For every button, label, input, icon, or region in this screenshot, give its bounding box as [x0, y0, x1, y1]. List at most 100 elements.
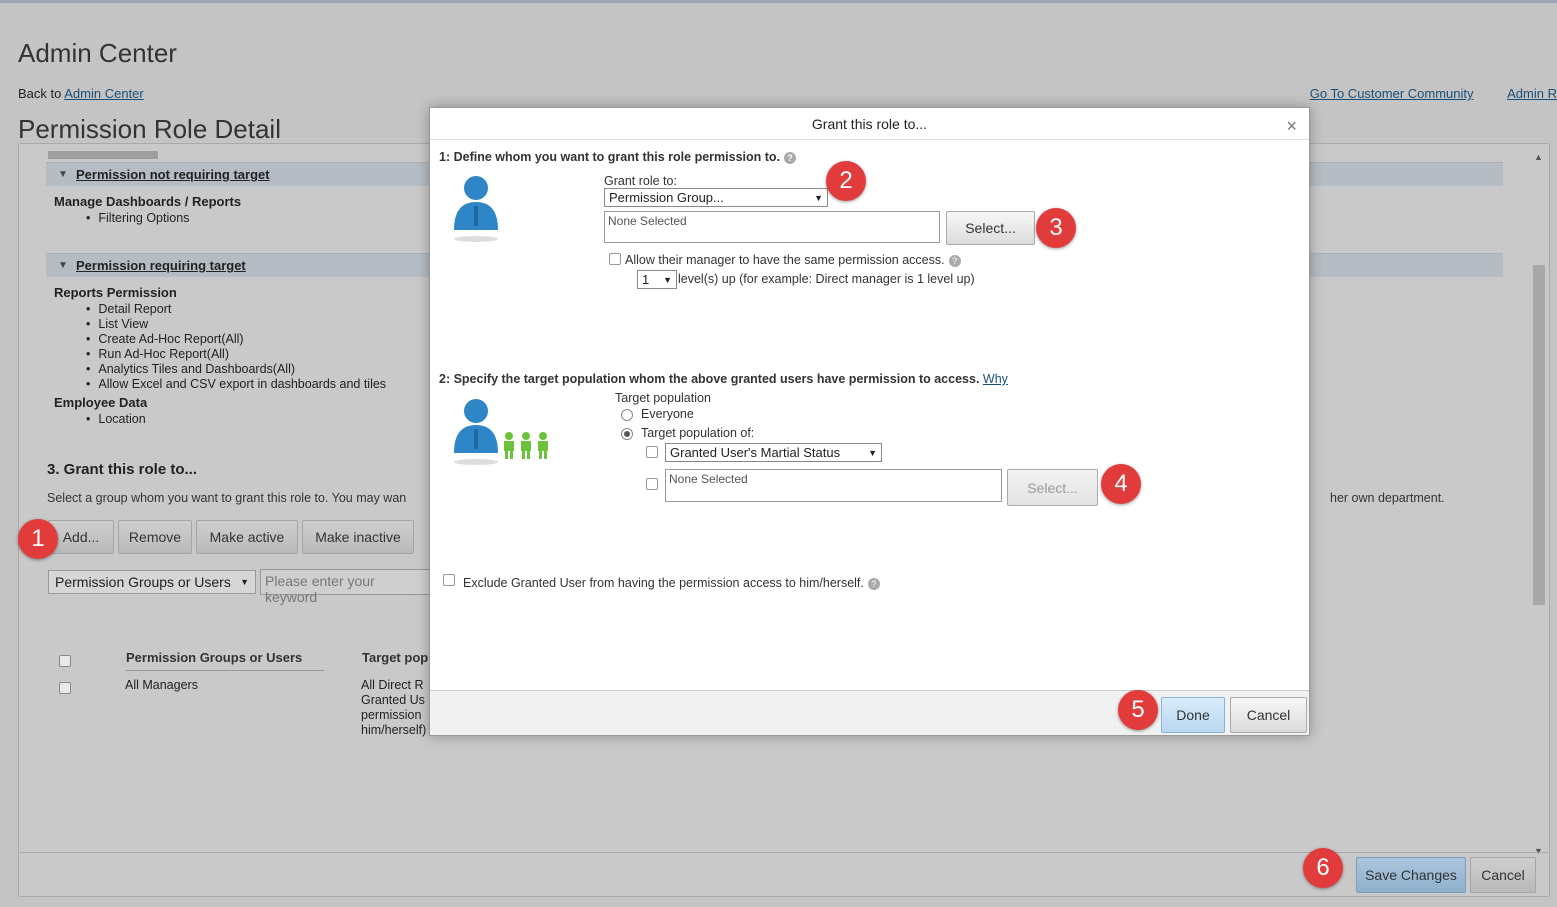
back-prefix: Back to — [18, 86, 62, 101]
step1-text: 1: Define whom you want to grant this ro… — [439, 150, 781, 164]
row-group-name: All Managers — [125, 678, 198, 692]
everyone-label: Everyone — [641, 407, 694, 421]
done-button[interactable]: Done — [1161, 697, 1225, 733]
step2-text: 2: Specify the target population whom th… — [439, 372, 980, 386]
section-title[interactable]: Permission requiring target — [76, 258, 246, 273]
select-all-checkbox[interactable] — [59, 655, 71, 667]
dropdown-arrow-icon: ▼ — [814, 192, 823, 203]
permission-list-reports: Detail Report List View Create Ad-Hoc Re… — [98, 302, 386, 392]
list-item: Filtering Options — [98, 211, 189, 226]
top-links: Go To Customer Community Admin R — [1280, 86, 1557, 101]
exclude-text: Exclude Granted User from having the per… — [463, 576, 864, 590]
target-line: Granted Us — [361, 693, 425, 707]
vertical-scrollbar[interactable]: ▲ ▼ — [1531, 150, 1547, 856]
close-icon[interactable]: × — [1286, 116, 1297, 137]
levels-value: 1 — [642, 272, 650, 287]
permission-list-employee: Location — [98, 412, 145, 427]
column-header-target[interactable]: Target pop — [362, 650, 428, 665]
customer-community-link[interactable]: Go To Customer Community — [1310, 86, 1474, 101]
row-checkbox[interactable] — [59, 682, 71, 694]
make-inactive-button[interactable]: Make inactive — [302, 520, 414, 554]
remove-button[interactable]: Remove — [118, 520, 192, 554]
section-title[interactable]: Permission not requiring target — [76, 167, 270, 182]
keyword-search-input[interactable]: Please enter your keyword — [260, 569, 432, 605]
target-attribute-select[interactable]: Granted User's Martial Status ▼ — [665, 443, 882, 462]
scroll-up-icon[interactable]: ▲ — [1534, 152, 1543, 162]
dropdown-arrow-icon: ▼ — [240, 577, 249, 587]
list-item: Analytics Tiles and Dashboards(All) — [98, 362, 386, 377]
target-group-checkbox[interactable] — [646, 478, 658, 490]
target-population-label: Target population — [615, 391, 711, 405]
dropdown-arrow-icon: ▼ — [868, 447, 877, 458]
help-icon[interactable]: ? — [784, 151, 797, 164]
list-item: Allow Excel and CSV export in dashboards… — [98, 377, 386, 392]
target-population-of-label: Target population of: — [641, 426, 755, 440]
make-active-button[interactable]: Make active — [196, 520, 298, 554]
collapse-triangle-icon[interactable]: ▼ — [58, 169, 68, 180]
target-line: him/herself) — [361, 723, 427, 737]
target-select-button[interactable]: Select... — [1007, 469, 1098, 506]
group-label-dashboards: Manage Dashboards / Reports — [54, 194, 242, 209]
column-header-groups[interactable]: Permission Groups or Users — [126, 650, 324, 671]
help-icon[interactable]: ? — [948, 254, 961, 267]
grant-role-value: Permission Group... — [609, 190, 724, 205]
top-border — [0, 0, 1557, 3]
list-item: Location — [98, 412, 145, 427]
step1-heading: 1: Define whom you want to grant this ro… — [439, 150, 797, 164]
grant-heading: 3. Grant this role to... — [47, 461, 198, 478]
modal-header: Grant this role to... × — [430, 108, 1309, 140]
callout-badge-6: 6 — [1303, 848, 1343, 888]
target-population-icon — [454, 399, 548, 465]
help-icon[interactable]: ? — [867, 577, 880, 590]
permission-list-not-req: Filtering Options — [98, 211, 189, 226]
target-population-of-radio[interactable] — [621, 428, 633, 440]
back-to-text: Back to Admin Center — [18, 86, 144, 101]
grant-role-modal: Grant this role to... × 1: Define whom y… — [429, 107, 1310, 736]
user-icon — [454, 176, 498, 242]
everyone-radio[interactable] — [621, 409, 633, 421]
exclude-granted-user-checkbox[interactable] — [443, 574, 455, 586]
exclude-granted-user-label: Exclude Granted User from having the per… — [463, 576, 880, 590]
callout-badge-5: 5 — [1118, 690, 1158, 730]
grant-role-selected-field[interactable]: None Selected — [604, 211, 940, 243]
levels-select[interactable]: 1 ▼ — [637, 270, 677, 289]
select-button[interactable]: Select... — [946, 211, 1035, 245]
target-line: permission — [361, 708, 422, 722]
levels-description: level(s) up (for example: Direct manager… — [678, 272, 975, 286]
target-selected-field[interactable]: None Selected — [665, 469, 1002, 502]
allow-manager-checkbox[interactable] — [609, 253, 621, 265]
panel-grip — [48, 151, 158, 159]
grant-role-select[interactable]: Permission Group... ▼ — [604, 188, 828, 207]
back-to-admin-center-link[interactable]: Admin Center — [64, 86, 143, 101]
collapse-triangle-icon[interactable]: ▼ — [58, 260, 68, 271]
callout-badge-3: 3 — [1036, 208, 1076, 248]
callout-badge-2: 2 — [826, 161, 866, 201]
group-label-reports: Reports Permission — [54, 285, 177, 300]
page-header-title: Admin Center — [18, 38, 177, 68]
row-target-text: All Direct R Granted Us permission him/h… — [361, 678, 426, 738]
scroll-thumb[interactable] — [1533, 265, 1545, 605]
target-attribute-checkbox[interactable] — [646, 446, 658, 458]
filter-type-value: Permission Groups or Users — [55, 574, 231, 590]
list-item: List View — [98, 317, 386, 332]
page-title: Permission Role Detail — [18, 114, 281, 144]
allow-manager-label: Allow their manager to have the same per… — [625, 253, 961, 267]
modal-cancel-button[interactable]: Cancel — [1230, 697, 1307, 733]
step2-heading: 2: Specify the target population whom th… — [439, 372, 1008, 386]
allow-manager-text: Allow their manager to have the same per… — [625, 253, 945, 267]
group-label-employee: Employee Data — [54, 395, 148, 410]
scroll-down-icon[interactable]: ▼ — [1534, 846, 1543, 856]
list-item: Create Ad-Hoc Report(All) — [98, 332, 386, 347]
grant-description-tail: her own department. — [1330, 491, 1445, 505]
admin-resources-link[interactable]: Admin R — [1507, 86, 1557, 101]
target-attribute-value: Granted User's Martial Status — [670, 445, 841, 460]
filter-type-select[interactable]: Permission Groups or Users ▼ — [48, 570, 256, 594]
target-line: All Direct R — [361, 678, 424, 692]
modal-title: Grant this role to... — [811, 116, 928, 132]
dropdown-arrow-icon: ▼ — [663, 274, 672, 285]
footer-cancel-button[interactable]: Cancel — [1470, 857, 1536, 893]
grant-role-label: Grant role to: — [604, 174, 677, 188]
callout-badge-4: 4 — [1101, 464, 1141, 504]
save-changes-button[interactable]: Save Changes — [1356, 857, 1466, 893]
why-link[interactable]: Why — [983, 372, 1008, 386]
